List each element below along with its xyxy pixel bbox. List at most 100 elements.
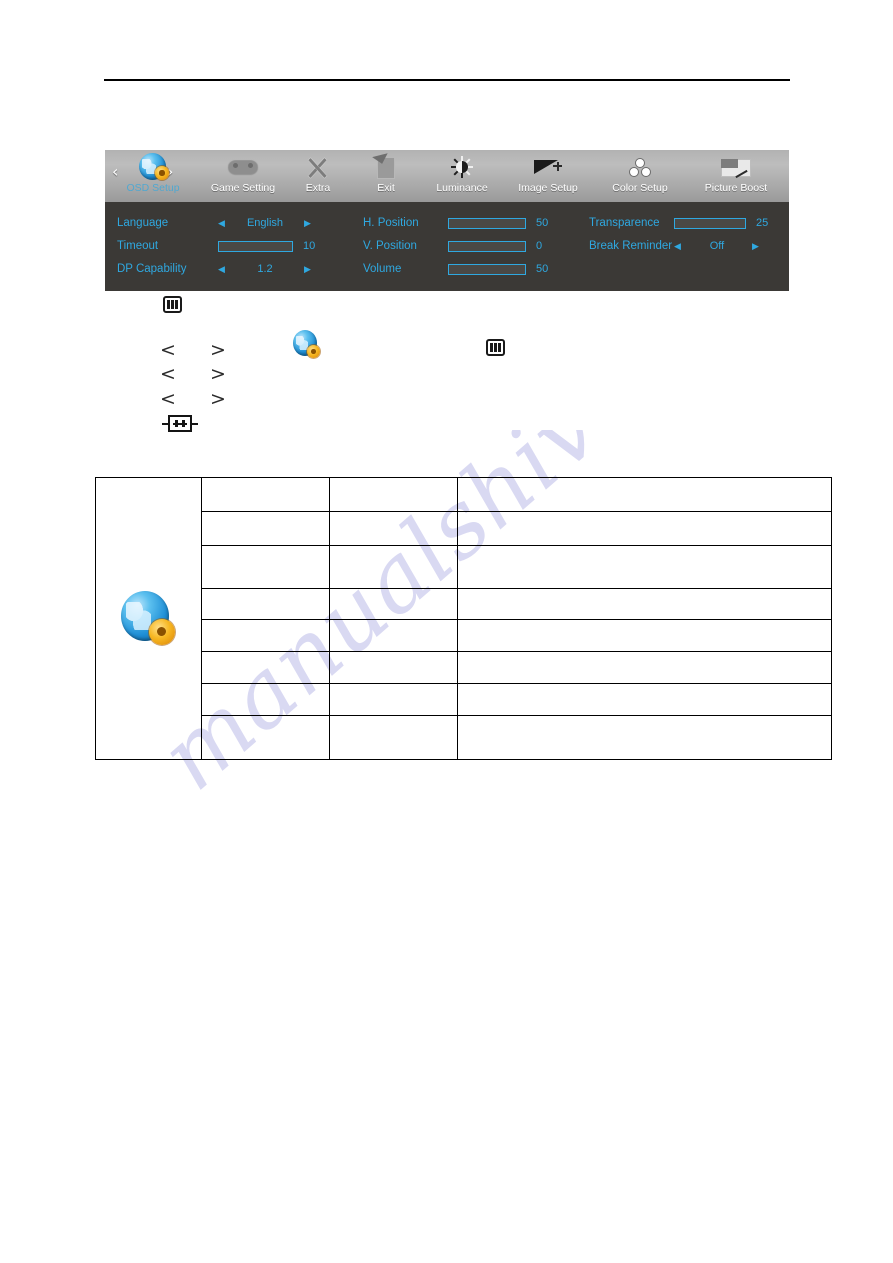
globe-gear-icon: ‹ › [105,152,201,182]
osd-slider-transparence[interactable] [674,218,746,229]
table-cell-description [457,545,832,589]
osd-row-number: 25 [756,217,769,229]
table-row [96,545,832,589]
image-setup-icon [500,152,596,182]
table-cell-option [329,545,458,589]
osd-tab-luminance[interactable]: Luminance [414,150,510,202]
osd-tab-label: Color Setup [612,182,668,194]
osd-row-break-reminder[interactable]: Break Reminder ◀ Off ▶ [589,238,789,255]
table-row [96,651,832,684]
osd-row-label: Language [117,217,169,229]
table-cell-description [457,683,832,716]
table-cell-description [457,619,832,652]
osd-slider-volume[interactable] [448,264,526,275]
table-row [96,511,832,546]
increase-arrow-icon[interactable]: ▶ [304,215,311,232]
decrease-arrow-icon[interactable]: ◀ [218,261,225,278]
osd-row-dp-capability[interactable]: DP Capability ◀ 1.2 ▶ [105,261,335,278]
osd-row-volume[interactable]: Volume 50 [363,261,593,278]
chevron-left-icon: < [160,363,176,385]
osd-tab-picture-boost[interactable]: Picture Boost [688,150,784,202]
chevron-left-icon: < [160,339,176,361]
osd-tab-label: Luminance [436,182,488,194]
table-cell-name [201,619,330,652]
osd-row-label: Volume [363,263,402,275]
sun-icon [414,152,510,182]
osd-tab-osd-setup[interactable]: ‹ › OSD Setup [105,150,201,202]
globe-gear-icon [119,590,179,647]
osd-settings-area: Language ◀ English ▶ Timeout 10 DP Capab… [105,202,789,291]
table-cell-description [457,477,832,512]
osd-row-language[interactable]: Language ◀ English ▶ [105,215,335,232]
osd-tab-label: Picture Boost [704,182,768,194]
table-section-icon-cell [95,477,202,760]
settings-description-table [95,477,832,760]
table-row [96,619,832,652]
osd-row-h-position[interactable]: H. Position 50 [363,215,593,232]
table-cell-option [329,715,458,760]
chevron-right-icon: > [210,339,226,361]
decrease-arrow-icon[interactable]: ◀ [674,238,681,255]
osd-slider-timeout[interactable] [218,241,293,252]
osd-row-label: DP Capability [117,263,187,275]
osd-tab-color-setup[interactable]: Color Setup [592,150,688,202]
auto-button-icon [162,415,198,432]
table-cell-description [457,588,832,620]
osd-tab-label: Image Setup [518,182,578,194]
color-setup-icon [592,152,688,182]
osd-row-value: Off [709,240,725,252]
osd-tab-bar: ‹ › OSD Setup Game Setting Extra Exit Lu… [105,150,789,202]
osd-row-number: 50 [536,263,549,275]
osd-row-timeout[interactable]: Timeout 10 [105,238,335,255]
increase-arrow-icon[interactable]: ▶ [752,238,759,255]
table-cell-description [457,511,832,546]
picture-boost-icon [688,152,784,182]
osd-row-transparence[interactable]: Transparence 25 [589,215,789,232]
menu-button-icon [486,339,505,356]
menu-button-icon [163,296,182,313]
chevron-right-icon: > [210,363,226,385]
table-cell-description [457,715,832,760]
osd-menu-panel: ‹ › OSD Setup Game Setting Extra Exit Lu… [105,150,789,291]
osd-row-value: 1.2 [257,263,273,275]
osd-row-v-position[interactable]: V. Position 0 [363,238,593,255]
page-header-rule [104,79,790,81]
table-cell-option [329,511,458,546]
table-cell-name [201,715,330,760]
osd-slider-v-position[interactable] [448,241,526,252]
osd-row-label: Timeout [117,240,159,252]
chevron-left-icon: < [160,388,176,410]
table-cell-description [457,651,832,684]
table-cell-name [201,477,330,512]
table-row [96,588,832,620]
table-cell-option [329,683,458,716]
chevron-right-icon: > [210,388,226,410]
table-cell-name [201,511,330,546]
table-cell-name [201,651,330,684]
table-row [95,477,832,760]
table-cell-name [201,683,330,716]
table-row [96,683,832,716]
osd-slider-h-position[interactable] [448,218,526,229]
table-row [96,715,832,760]
osd-row-number: 10 [303,240,316,252]
table-cell-name [201,588,330,620]
osd-row-number: 0 [536,240,543,252]
osd-row-label: H. Position [363,217,419,229]
table-cell-option [329,477,458,512]
osd-row-label: Break Reminder [589,240,673,252]
table-cell-option [329,619,458,652]
increase-arrow-icon[interactable]: ▶ [304,261,311,278]
table-cell-option [329,588,458,620]
decrease-arrow-icon[interactable]: ◀ [218,215,225,232]
osd-row-value: English [246,217,284,229]
tab-prev-arrow-icon[interactable]: ‹ [112,164,118,180]
table-cell-option [329,651,458,684]
table-cell-name [201,545,330,589]
osd-tab-label: OSD Setup [126,182,180,194]
globe-gear-icon [291,330,325,360]
osd-row-label: V. Position [363,240,417,252]
osd-row-label: Transparence [589,217,660,229]
osd-tab-image-setup[interactable]: Image Setup [500,150,596,202]
osd-row-number: 50 [536,217,549,229]
